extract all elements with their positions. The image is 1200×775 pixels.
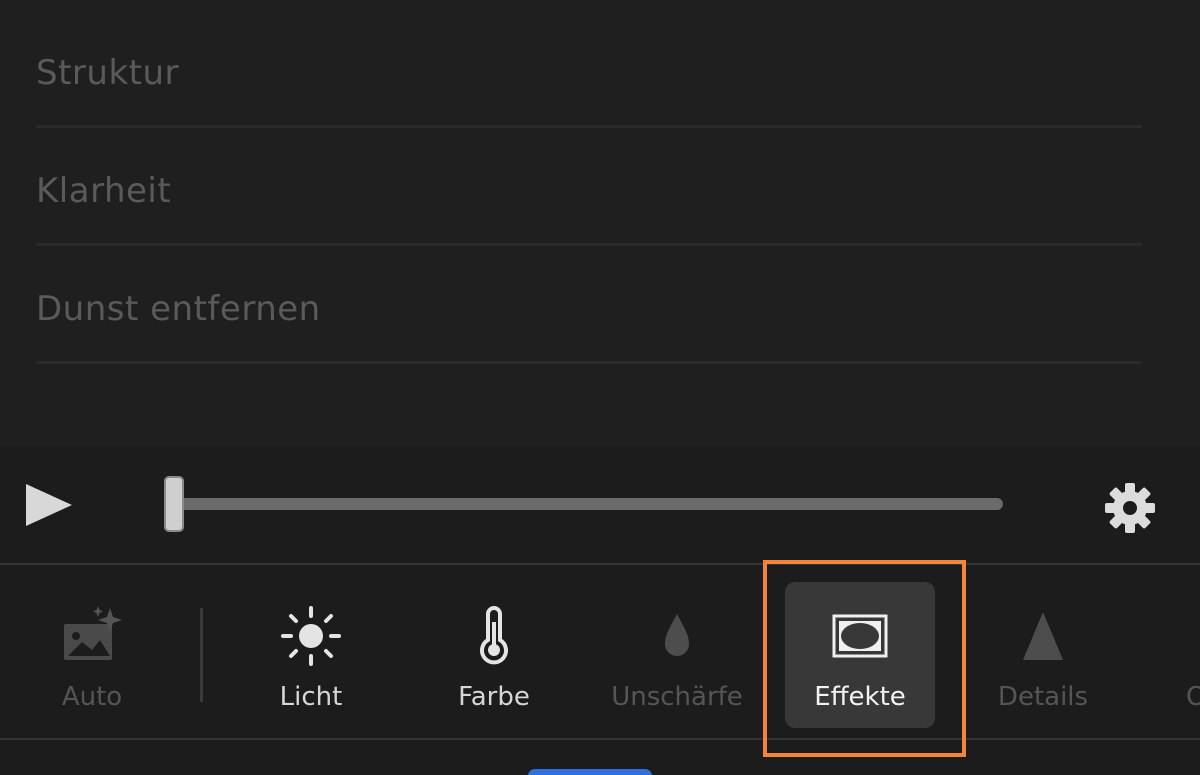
auto-enhance-icon xyxy=(64,606,122,660)
bottom-accent-pill[interactable] xyxy=(528,769,652,775)
sun-icon xyxy=(281,606,341,666)
tool-licht[interactable]: Licht xyxy=(236,582,386,728)
tool-auto[interactable]: Auto xyxy=(17,582,167,728)
tool-label: Details xyxy=(997,682,1089,712)
tool-label: Effekte xyxy=(814,682,906,712)
triangle-icon xyxy=(1023,612,1063,660)
tool-effekte[interactable]: Effekte xyxy=(785,582,935,728)
adjustment-label: Struktur xyxy=(36,53,179,93)
edit-toolbar: Auto Licht Farbe Unschärfe Effekte Detai… xyxy=(0,566,1200,740)
tool-unschaerfe[interactable]: Unschärfe xyxy=(602,582,752,728)
adjustments-panel: Struktur Klarheit Dunst entfernen xyxy=(0,0,1200,445)
adjustment-label: Dunst entfernen xyxy=(36,289,321,329)
vignette-icon xyxy=(832,614,888,658)
adjustment-label: Klarheit xyxy=(36,171,172,211)
play-icon xyxy=(26,484,72,526)
timeline-slider-handle[interactable] xyxy=(164,476,184,532)
adjustment-row-dunst-entfernen[interactable]: Dunst entfernen xyxy=(36,246,1142,364)
adjustment-row-struktur[interactable]: Struktur xyxy=(36,10,1142,128)
gear-icon xyxy=(1105,483,1155,533)
thermometer-icon xyxy=(480,606,508,665)
drop-icon xyxy=(665,614,689,656)
tool-partial-label[interactable]: O xyxy=(1186,682,1200,712)
tool-label: Farbe xyxy=(458,682,530,712)
tool-details[interactable]: Details xyxy=(968,582,1118,728)
tool-label: Licht xyxy=(279,682,343,712)
tool-label: Unschärfe xyxy=(611,682,743,712)
tool-label: Auto xyxy=(61,682,123,712)
adjustment-row-klarheit[interactable]: Klarheit xyxy=(36,128,1142,246)
timeline-slider-track[interactable] xyxy=(172,498,1003,510)
play-button[interactable] xyxy=(24,482,76,528)
tool-farbe[interactable]: Farbe xyxy=(419,582,569,728)
playback-bar xyxy=(0,445,1200,565)
settings-button[interactable] xyxy=(1102,480,1158,536)
toolbar-divider xyxy=(200,608,203,702)
